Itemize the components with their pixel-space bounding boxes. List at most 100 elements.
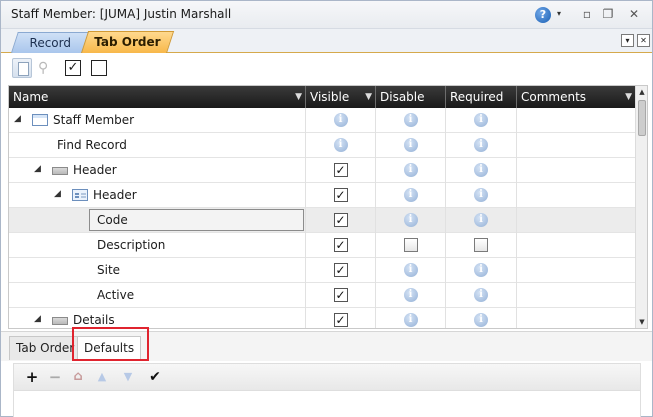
info-icon[interactable]: i [403,188,418,202]
window-title: Staff Member: [JUMA] Justin Marshall [11,7,232,21]
info-icon[interactable]: i [474,163,488,177]
info-icon[interactable]: i [474,213,488,227]
comments-cell[interactable] [517,183,635,208]
scroll-thumb[interactable] [638,100,646,136]
table-row[interactable]: ◢ Header ✓ i i [9,183,635,208]
column-header-disable-label: Disable [380,90,425,104]
column-header-visible[interactable]: Visible ▼ [306,86,376,108]
home-icon[interactable]: ⌂ [70,368,86,386]
panel-icon [52,167,68,175]
tab-tab-order-label: Tab Order [94,35,161,49]
comments-cell[interactable] [517,258,635,283]
table-row-selected[interactable]: Code ✓ i i [9,208,635,233]
comments-cell[interactable] [517,283,635,308]
panel-icon [52,317,68,325]
disable-checkbox[interactable] [403,238,418,252]
window-icon [32,114,48,126]
table-row[interactable]: Site ✓ i i [9,258,635,283]
title-bar: Staff Member: [JUMA] Justin Marshall ? ▾… [1,1,652,29]
filter-icon[interactable]: ▼ [365,86,372,108]
tab-record[interactable]: Record [11,32,90,53]
comments-cell[interactable] [517,108,635,133]
tab-tab-order-bottom[interactable]: Tab Order [9,336,82,360]
tab-close-icon[interactable]: ✕ [637,34,650,47]
info-icon[interactable]: i [403,213,418,227]
info-icon[interactable]: i [403,163,418,177]
defaults-toolbar: + − ⌂ ▲ ▼ ✔ [13,363,641,391]
info-icon[interactable]: i [474,113,488,127]
column-header-visible-label: Visible [310,90,350,104]
uncheck-all-checkbox-icon[interactable] [91,60,107,76]
apply-check-icon[interactable]: ✔ [147,368,163,386]
table-row[interactable]: Find Record i i i [9,133,635,158]
filter-icon[interactable]: ▼ [625,86,632,108]
info-icon[interactable]: i [474,288,488,302]
filter-icon[interactable]: ▼ [295,86,302,108]
visible-checkbox[interactable]: ✓ [333,163,348,177]
info-icon[interactable]: i [403,138,418,152]
row-label: Header [93,188,137,202]
form-icon [72,189,88,201]
table-row[interactable]: ◢ Details ✓ i i [9,308,635,328]
row-label: Active [97,288,135,302]
search-icon[interactable]: ⚲ [38,58,58,78]
info-icon[interactable]: i [474,313,488,327]
info-icon[interactable]: i [403,288,418,302]
minimize-icon[interactable]: ▫ [579,7,595,21]
move-down-icon[interactable]: ▼ [120,368,136,386]
grid-toolbar: ⚲ ✓ [1,53,652,82]
info-icon[interactable]: i [474,138,488,152]
column-header-name[interactable]: Name ▼ [9,86,306,108]
row-label: Code [97,213,128,227]
required-checkbox[interactable] [474,238,488,252]
column-header-comments[interactable]: Comments ▼ [517,86,635,108]
close-icon[interactable]: ✕ [626,7,642,21]
collapse-icon[interactable]: ◢ [34,164,41,174]
collapse-icon[interactable]: ◢ [54,189,61,199]
info-icon[interactable]: i [474,263,488,277]
comments-cell[interactable] [517,133,635,158]
table-row[interactable]: Description ✓ [9,233,635,258]
comments-cell[interactable] [517,233,635,258]
comments-cell[interactable] [517,158,635,183]
comments-cell[interactable] [517,308,635,328]
column-header-disable[interactable]: Disable [376,86,446,108]
move-up-icon[interactable]: ▲ [94,368,110,386]
grid-header: Name ▼ Visible ▼ Disable Required Commen… [9,86,635,108]
row-label: Header [73,163,117,177]
collapse-icon[interactable]: ◢ [14,114,21,124]
info-icon[interactable]: i [333,113,348,127]
scroll-down-icon[interactable]: ▼ [636,318,647,326]
column-header-required-label: Required [450,90,504,104]
info-icon[interactable]: i [403,313,418,327]
tab-dropdown-icon[interactable]: ▾ [621,34,634,47]
table-row[interactable]: ◢ Staff Member i i i [9,108,635,133]
visible-checkbox[interactable]: ✓ [333,263,348,277]
remove-icon[interactable]: − [47,368,63,386]
tab-tab-order[interactable]: Tab Order [81,31,175,53]
restore-icon[interactable]: ❐ [600,7,616,21]
vertical-scrollbar[interactable]: ▲ ▼ [635,86,647,328]
add-icon[interactable]: + [24,368,40,386]
help-menu-caret-icon[interactable]: ▾ [557,9,561,18]
column-header-comments-label: Comments [521,90,587,104]
info-icon[interactable]: i [403,113,418,127]
column-header-required[interactable]: Required [446,86,517,108]
visible-checkbox[interactable]: ✓ [333,188,348,202]
collapse-icon[interactable]: ◢ [34,314,41,324]
table-row[interactable]: ◢ Header ✓ i i [9,158,635,183]
check-all-checkbox-icon[interactable]: ✓ [65,60,81,76]
visible-checkbox[interactable]: ✓ [333,213,348,227]
scroll-up-icon[interactable]: ▲ [636,88,647,96]
comments-cell[interactable] [517,208,635,233]
visible-checkbox[interactable]: ✓ [333,288,348,302]
table-row[interactable]: Active ✓ i i [9,283,635,308]
info-icon[interactable]: i [333,138,348,152]
document-icon[interactable] [12,58,32,78]
tab-record-label: Record [29,36,71,50]
info-icon[interactable]: i [474,188,488,202]
visible-checkbox[interactable]: ✓ [333,238,348,252]
visible-checkbox[interactable]: ✓ [333,313,348,327]
help-icon[interactable]: ? [535,7,551,23]
info-icon[interactable]: i [403,263,418,277]
